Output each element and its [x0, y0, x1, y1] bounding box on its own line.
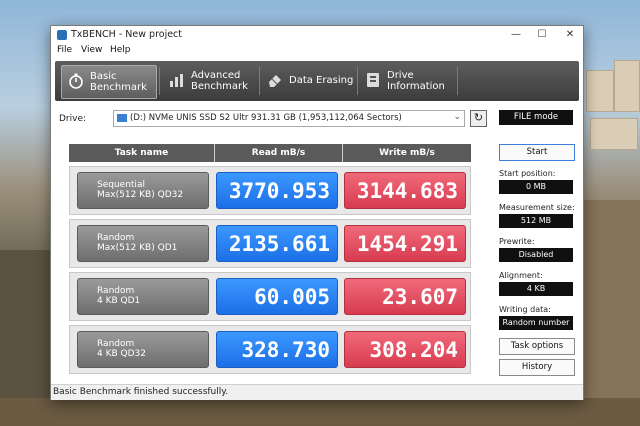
writing-data-label: Writing data:: [499, 305, 551, 314]
measurement-size-label: Measurement size:: [499, 203, 575, 212]
tab-label: Basic Benchmark: [90, 71, 147, 93]
history-button[interactable]: History: [499, 359, 575, 376]
tab-label: Drive Information: [387, 70, 445, 92]
column-header-task: Task name: [114, 148, 169, 158]
start-position-label: Start position:: [499, 169, 556, 178]
table-row: Random 4 KB QD1 60.005 23.607: [69, 272, 471, 321]
app-window: TxBENCH - New project — ☐ ✕ File View He…: [50, 25, 584, 400]
eraser-icon: [269, 75, 281, 87]
alignment-value[interactable]: 4 KB: [499, 282, 573, 296]
write-value: 23.607: [344, 278, 466, 315]
status-bar: Basic Benchmark finished successfully.: [51, 384, 583, 400]
start-position-value[interactable]: 0 MB: [499, 180, 573, 194]
table-row: Random Max(512 KB) QD1 2135.661 1454.291: [69, 219, 471, 268]
drive-selected-value: (D:) NVMe UNIS SSD S2 Ultr 931.31 GB (1,…: [130, 113, 402, 123]
refresh-button[interactable]: ↻: [470, 110, 487, 127]
table-header: Task name Read mB/s Write mB/s: [69, 144, 471, 162]
write-value: 308.204: [344, 331, 466, 368]
toolbar-separator: [259, 67, 260, 95]
drive-icon: [117, 114, 127, 122]
menu-bar: File View Help: [51, 44, 583, 58]
task-button-rnd-512k-qd1[interactable]: Random Max(512 KB) QD1: [77, 225, 209, 262]
read-value: 2135.661: [216, 225, 338, 262]
status-text: Basic Benchmark finished successfully.: [53, 387, 229, 397]
read-value: 328.730: [216, 331, 338, 368]
drive-select[interactable]: (D:) NVMe UNIS SSD S2 Ultr 931.31 GB (1,…: [113, 110, 465, 127]
app-icon: [57, 30, 67, 40]
maximize-button[interactable]: ☐: [529, 26, 555, 44]
column-header-write: Write mB/s: [379, 148, 435, 158]
prewrite-label: Prewrite:: [499, 237, 535, 246]
task-button-seq-512k-qd32[interactable]: Sequential Max(512 KB) QD32: [77, 172, 209, 209]
drive-label: Drive:: [59, 114, 87, 124]
window-title: TxBENCH - New project: [71, 29, 183, 40]
menu-view[interactable]: View: [81, 45, 102, 55]
tab-label: Data Erasing: [289, 75, 354, 86]
prewrite-value[interactable]: Disabled: [499, 248, 573, 262]
tab-advanced-benchmark[interactable]: Advanced Benchmark: [163, 65, 257, 97]
table-row: Random 4 KB QD32 328.730 308.204: [69, 325, 471, 374]
column-header-read: Read mB/s: [251, 148, 306, 158]
chevron-down-icon: ⌄: [453, 112, 461, 122]
write-value: 1454.291: [344, 225, 466, 262]
benchmark-table: Task name Read mB/s Write mB/s Sequentia…: [69, 144, 471, 374]
writing-data-value[interactable]: Random number: [499, 316, 573, 330]
minimize-button[interactable]: —: [503, 26, 529, 44]
task-button-rnd-4k-qd1[interactable]: Random 4 KB QD1: [77, 278, 209, 315]
file-mode-button[interactable]: FILE mode: [499, 110, 573, 125]
bar-chart-icon: [170, 74, 183, 87]
stopwatch-icon: [69, 73, 83, 89]
write-value: 3144.683: [344, 172, 466, 209]
menu-file[interactable]: File: [57, 45, 72, 55]
read-value: 3770.953: [216, 172, 338, 209]
menu-help[interactable]: Help: [110, 45, 131, 55]
tab-basic-benchmark[interactable]: Basic Benchmark: [61, 65, 157, 99]
start-button[interactable]: Start: [499, 144, 575, 161]
measurement-size-value[interactable]: 512 MB: [499, 214, 573, 228]
read-value: 60.005: [216, 278, 338, 315]
table-row: Sequential Max(512 KB) QD32 3770.953 3144…: [69, 166, 471, 215]
toolbar-separator: [457, 67, 458, 95]
task-button-rnd-4k-qd32[interactable]: Random 4 KB QD32: [77, 331, 209, 368]
toolbar-separator: [357, 67, 358, 95]
title-bar[interactable]: TxBENCH - New project — ☐ ✕: [51, 26, 583, 44]
toolbar-separator: [159, 67, 160, 95]
drive-info-icon: [367, 73, 379, 87]
tab-drive-information[interactable]: Drive Information: [359, 65, 455, 97]
task-options-button[interactable]: Task options: [499, 338, 575, 355]
close-button[interactable]: ✕: [557, 26, 583, 44]
tab-data-erasing[interactable]: Data Erasing: [261, 65, 355, 97]
main-toolbar: Basic Benchmark Advanced Benchmark Data Er…: [55, 61, 579, 101]
tab-label: Advanced Benchmark: [191, 70, 248, 92]
alignment-label: Alignment:: [499, 271, 543, 280]
